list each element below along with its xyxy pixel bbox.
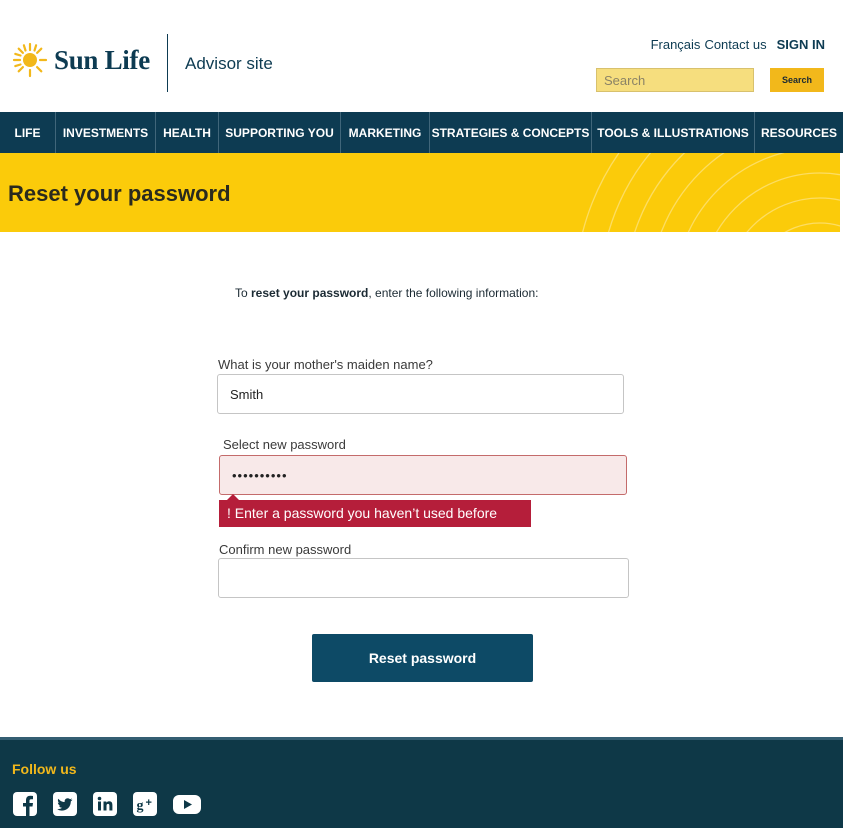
sun-life-logo[interactable]: Sun Life: [12, 42, 150, 78]
main-nav: LIFE INVESTMENTS HEALTH SUPPORTING YOU M…: [0, 112, 843, 153]
brand-name: Sun Life: [54, 44, 150, 75]
sign-in-link[interactable]: SIGN IN: [777, 37, 825, 52]
language-link[interactable]: Français: [651, 37, 701, 52]
nav-item-health[interactable]: HEALTH: [156, 112, 219, 153]
site-footer: Follow us g +: [0, 737, 843, 828]
banner-arc-pattern: [582, 153, 840, 232]
svg-text:+: +: [146, 797, 152, 809]
nav-item-resources[interactable]: RESOURCES: [755, 112, 843, 153]
twitter-icon[interactable]: [52, 791, 78, 817]
reset-password-button[interactable]: Reset password: [312, 634, 533, 682]
page-banner: Reset your password: [0, 153, 840, 232]
nav-item-supporting-you[interactable]: SUPPORTING YOU: [219, 112, 341, 153]
logo-divider: [167, 34, 168, 92]
facebook-icon[interactable]: [12, 791, 38, 817]
nav-item-life[interactable]: LIFE: [0, 112, 56, 153]
utility-links: Français Contact us SIGN IN: [651, 37, 825, 52]
password-error-message: ! Enter a password you haven’t used befo…: [219, 494, 531, 527]
maiden-name-input[interactable]: [217, 374, 624, 414]
nav-item-strategies-concepts[interactable]: STRATEGIES & CONCEPTS: [430, 112, 592, 153]
confirm-password-input[interactable]: [218, 558, 629, 598]
site-name: Advisor site: [185, 54, 273, 73]
page-title: Reset your password: [8, 181, 231, 206]
site-header: Sun Life Advisor site Français Contact u…: [0, 0, 843, 112]
nav-item-investments[interactable]: INVESTMENTS: [56, 112, 156, 153]
follow-us-label: Follow us: [12, 761, 77, 777]
youtube-icon[interactable]: [172, 791, 202, 817]
search-input[interactable]: [596, 68, 754, 92]
google-plus-icon[interactable]: g +: [132, 791, 158, 817]
confirm-password-label: Confirm new password: [219, 542, 352, 557]
sun-logo-icon: [12, 42, 48, 78]
contact-link[interactable]: Contact us: [704, 37, 766, 52]
form-intro: To reset your password, enter the follow…: [235, 286, 538, 300]
linkedin-icon[interactable]: [92, 791, 118, 817]
intro-suffix: , enter the following information:: [368, 286, 539, 300]
nav-item-tools-illustrations[interactable]: TOOLS & ILLUSTRATIONS: [592, 112, 755, 153]
social-links: g +: [12, 791, 202, 817]
new-password-label: Select new password: [223, 437, 346, 452]
intro-bold: reset your password: [251, 286, 369, 300]
svg-text:g: g: [137, 799, 144, 814]
new-password-input[interactable]: [219, 455, 627, 495]
maiden-name-label: What is your mother's maiden name?: [218, 357, 433, 372]
intro-prefix: To: [235, 286, 252, 300]
nav-item-marketing[interactable]: MARKETING: [341, 112, 430, 153]
search-button[interactable]: Search: [770, 68, 824, 92]
